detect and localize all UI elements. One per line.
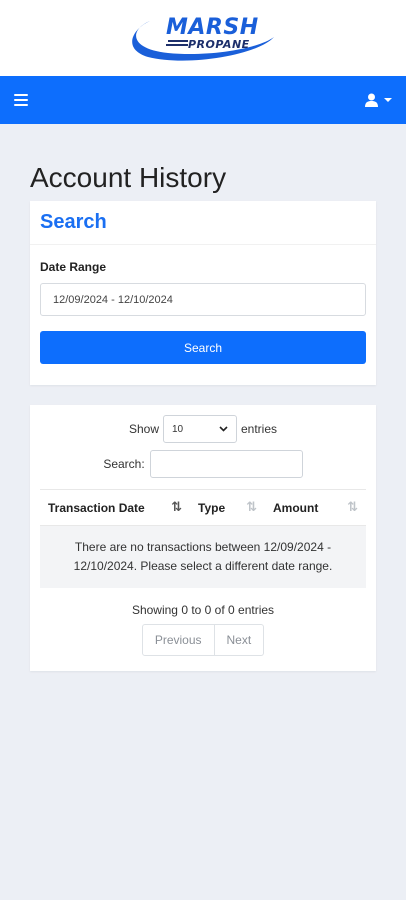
sort-icon: ⇅: [246, 500, 257, 515]
user-icon: [365, 93, 378, 107]
table-filter: Search:: [40, 449, 366, 479]
hamburger-icon[interactable]: [14, 94, 28, 106]
top-navbar: [0, 76, 406, 124]
search-form: Date Range Search: [30, 245, 376, 364]
table-header-row: Transaction Date ⇅ Type ⇅ Amount ⇅: [40, 489, 366, 526]
table-row: There are no transactions between 12/09/…: [40, 525, 366, 588]
transactions-table: Transaction Date ⇅ Type ⇅ Amount ⇅ There…: [40, 489, 366, 588]
filter-label: Search:: [103, 457, 145, 471]
chevron-down-icon: [219, 426, 228, 432]
search-button[interactable]: Search: [40, 331, 366, 364]
marsh-propane-logo[interactable]: MARSH PROPANE: [128, 7, 278, 69]
show-label: Show: [128, 422, 159, 436]
date-range-label: Date Range: [40, 260, 107, 274]
logo-text-marsh: MARSH: [166, 15, 259, 40]
search-card-header: Search: [30, 201, 376, 245]
empty-table-message: There are no transactions between 12/09/…: [40, 525, 366, 588]
table-info: Showing 0 to 0 of 0 entries: [131, 603, 275, 617]
page-length-select[interactable]: 10: [163, 415, 237, 443]
chevron-down-icon: [384, 98, 392, 102]
table-search-input[interactable]: [149, 450, 303, 478]
column-label: Amount: [273, 500, 319, 515]
user-menu-toggle[interactable]: [365, 93, 392, 107]
search-heading: Search: [40, 211, 107, 233]
page-length-control: Show 10 entries: [40, 415, 366, 443]
next-page-button[interactable]: Next: [214, 624, 265, 656]
column-label: Transaction Date: [48, 500, 145, 515]
column-header-transaction-date[interactable]: Transaction Date ⇅: [40, 489, 190, 526]
search-card: Search Date Range Search: [30, 201, 376, 385]
page-length-value: 10: [172, 423, 184, 435]
logo-text-propane: PROPANE: [188, 38, 250, 51]
pagination: Previous Next: [40, 624, 366, 656]
column-label: Type: [198, 500, 226, 515]
sort-descending-icon: ⇅: [171, 500, 182, 515]
sort-icon: ⇅: [347, 500, 358, 515]
column-header-amount[interactable]: Amount ⇅: [265, 489, 366, 526]
previous-page-button[interactable]: Previous: [141, 624, 215, 656]
entries-label: entries: [241, 422, 278, 436]
date-range-input[interactable]: [40, 283, 366, 316]
column-header-type[interactable]: Type ⇅: [190, 489, 265, 526]
transactions-card: Show 10 entries Search: Transaction Date…: [30, 405, 376, 671]
page-title: Account History: [30, 162, 227, 193]
logo-bar: MARSH PROPANE: [0, 0, 406, 76]
